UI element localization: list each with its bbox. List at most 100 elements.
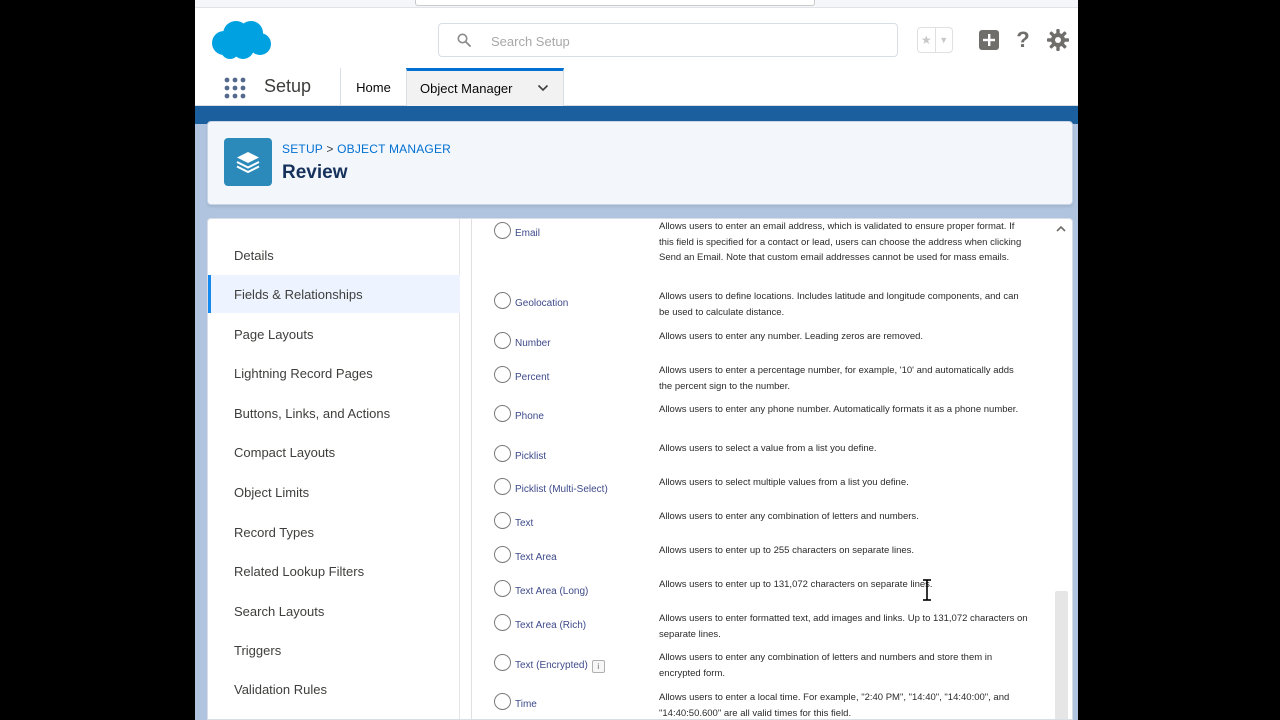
field-type-name: Email [515,228,541,239]
breadcrumb-setup-link[interactable]: SETUP [282,142,323,156]
field-type-label[interactable]: Text Area (Rich) [515,620,586,631]
field-type-label[interactable]: Email [515,228,540,239]
sidebar-item[interactable]: Related Lookup Filters [208,552,460,590]
field-type-radio[interactable] [494,478,511,495]
object-layers-icon [224,138,272,186]
field-type-label[interactable]: Text (Encrypted) i [515,660,605,673]
field-type-description: Allows users to select multiple values f… [659,477,909,488]
salesforce-logo-icon[interactable] [210,19,272,61]
field-type-label[interactable]: Time [515,699,537,710]
sidebar-item[interactable]: Record Types [208,513,460,551]
sidebar-item[interactable]: Lightning Record Pages [208,354,460,392]
field-type-label[interactable]: Text Area [515,552,557,563]
field-type-radio[interactable] [494,445,511,462]
field-type-description: Allows users to enter up to 131,072 char… [659,579,933,590]
global-actions-plus-icon[interactable] [976,27,1002,53]
sidebar-item[interactable]: Compact Layouts [208,433,460,471]
sidebar-item[interactable]: Buttons, Links, and Actions [208,394,460,432]
sidebar-item[interactable]: Details [208,236,460,274]
field-type-name: Percent [515,372,550,383]
field-type-name: Text [515,518,534,529]
field-type-label[interactable]: Text Area (Long) [515,586,588,597]
field-type-radio[interactable] [494,512,511,529]
field-type-name: Picklist [515,451,547,462]
field-type-label[interactable]: Geolocation [515,298,568,309]
field-type-label[interactable]: Phone [515,411,544,422]
field-type-label[interactable]: Percent [515,372,549,383]
sidebar-item[interactable]: Validation Rules [208,670,460,708]
browser-bar [195,0,1078,8]
setup-search-box[interactable] [438,23,898,57]
object-sidebar: Details Fields & Relationships Page Layout… [208,219,460,719]
field-type-radio[interactable] [494,654,511,671]
favorites-control[interactable]: ★ ▼ [917,27,953,53]
field-type-label[interactable]: Picklist (Multi-Select) [515,484,608,495]
field-type-name: Number [515,338,551,349]
field-type-description: Allows users to select a value from a li… [659,443,877,454]
search-input[interactable] [491,31,871,51]
field-type-radio[interactable] [494,332,511,349]
app-name: Setup [264,76,312,96]
object-page-header: SETUP > OBJECT MANAGER Review [207,121,1073,205]
field-type-name: Text Area [515,552,557,563]
field-type-selection: Email Allows users to enter an email addr… [461,219,1072,719]
field-type-description: Allows users to enter formatted text, ad… [659,613,1028,640]
field-type-radio[interactable] [494,614,511,631]
field-type-radio[interactable] [494,292,511,309]
sidebar-item[interactable]: Triggers [208,631,460,669]
field-type-description: Allows users to enter up to 255 characte… [659,545,915,556]
field-type-description: Allows users to enter any combination of… [659,511,919,522]
app-launcher-icon[interactable] [224,77,246,99]
page-title: Review [282,162,348,183]
field-type-description: Allows users to enter any number. Leadin… [659,331,924,342]
field-type-description: Allows users to enter a local time. For … [659,692,1010,719]
breadcrumb-object-manager-link[interactable]: OBJECT MANAGER [337,142,451,156]
field-type-name: Geolocation [515,298,569,309]
field-type-list: Email Allows users to enter an email addr… [471,219,1053,719]
global-header: ★ ▼ ? [195,8,1078,68]
sidebar-item[interactable]: Fields & Relationships [208,275,460,313]
search-icon [457,33,471,47]
field-type-label[interactable]: Number [515,338,551,349]
field-type-name: Text (Encrypted) [515,660,588,671]
field-type-radio[interactable] [494,405,511,422]
field-type-radio[interactable] [494,366,511,383]
help-icon[interactable]: ? [1010,27,1036,53]
context-navigation-bar: Setup Home Object Manager [195,68,1078,106]
field-type-label[interactable]: Picklist [515,451,546,462]
scroll-up-chevron-icon[interactable] [1056,224,1066,234]
object-detail-body: Details Fields & Relationships Page Layout… [207,218,1073,720]
field-type-description: Allows users to enter a percentage numbe… [659,365,1014,392]
scrollbar-thumb[interactable] [1055,591,1068,719]
field-type-radio[interactable] [494,693,511,710]
field-type-radio[interactable] [494,580,511,597]
field-type-description: Allows users to define locations. Includ… [659,291,1019,318]
chevron-down-icon[interactable] [537,82,549,94]
tab-object-manager[interactable]: Object Manager [406,68,564,106]
setup-gear-icon[interactable] [1045,27,1071,53]
sidebar-item[interactable]: Search Layouts [208,592,460,630]
browser-address-bar[interactable] [415,0,815,6]
chevron-down-icon[interactable]: ▼ [934,28,953,52]
tab-home[interactable]: Home [341,68,406,106]
breadcrumb: SETUP > OBJECT MANAGER [282,142,451,156]
breadcrumb-separator: > [326,142,334,156]
scrollbar[interactable] [1053,219,1069,719]
field-type-radio[interactable] [494,546,511,563]
field-type-name: Text Area (Rich) [515,620,587,631]
sidebar-item[interactable]: Page Layouts [208,315,460,353]
sidebar-item[interactable]: Object Limits [208,473,460,511]
field-type-description: Allows users to enter an email address, … [659,221,1022,263]
field-type-description: Allows users to enter any phone number. … [659,404,1019,415]
field-type-name: Text Area (Long) [515,586,589,597]
salesforce-setup-window: ★ ▼ ? [195,0,1078,720]
info-icon[interactable]: i [591,660,605,673]
field-type-description: Allows users to enter any combination of… [659,652,993,679]
field-type-label[interactable]: Text [515,518,533,529]
field-type-name: Time [515,699,537,710]
star-icon[interactable]: ★ [918,28,935,52]
field-type-radio[interactable] [494,222,511,239]
text-cursor-icon [923,579,931,601]
tab-object-manager-label: Object Manager [420,81,513,96]
field-type-name: Phone [515,411,544,422]
